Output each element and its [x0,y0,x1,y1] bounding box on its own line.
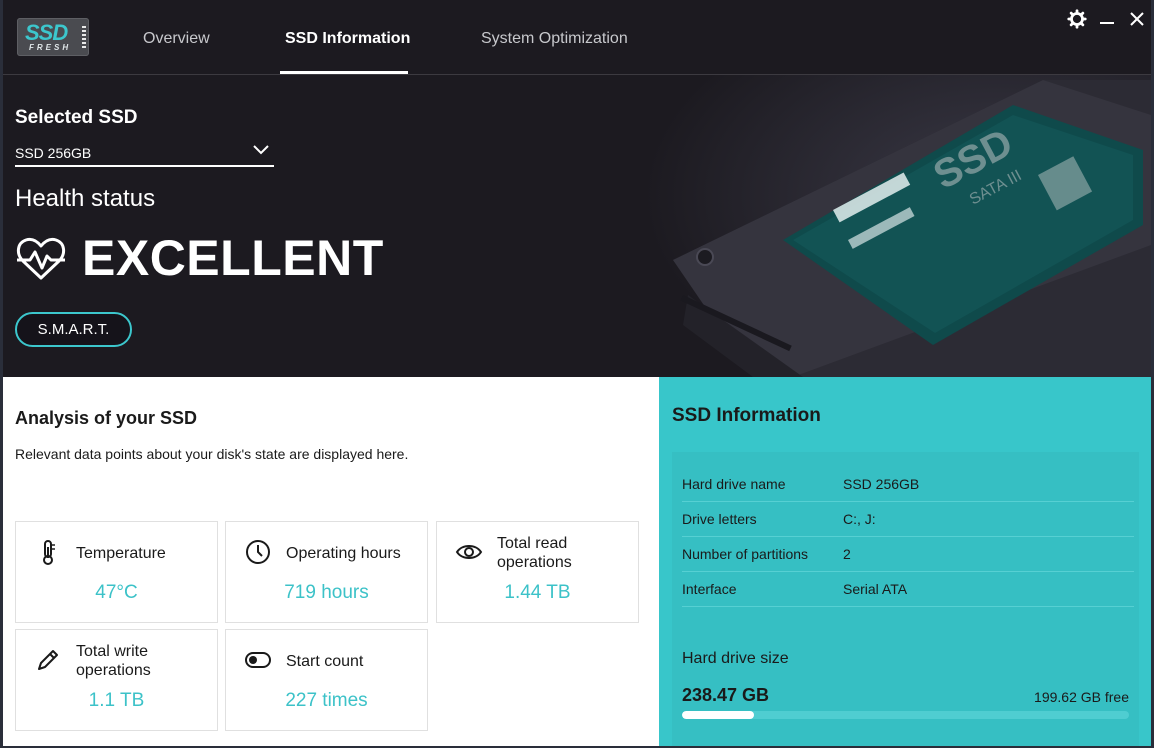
temperature-value: 47°C [95,582,138,603]
ssd-info-title: SSD Information [672,405,821,426]
close-button[interactable] [1126,8,1148,30]
close-icon [1130,12,1144,26]
eye-icon [455,545,483,559]
info-row: Drive letters C:, J: [682,501,1134,537]
thermometer-icon [43,540,55,565]
chevron-down-icon [253,145,269,155]
drive-free-value: 199.62 GB free [1034,689,1129,705]
analysis-title: Analysis of your SSD [15,408,198,428]
app-logo: SSD FRESH [17,18,89,56]
total-write-value: 1.1 TB [88,690,145,711]
minimize-icon [1100,22,1114,24]
total-write-label: Total write operations [76,643,151,679]
info-row-value: C:, J: [843,511,876,527]
info-row-label: Number of partitions [682,546,809,562]
toggle-icon [245,652,271,668]
tab-overview[interactable]: Overview [143,30,210,48]
logo-bars-icon [82,26,86,48]
top-navigation-bar: SSD FRESH Overview SSD Information Syste… [3,0,1151,75]
total-write-card: Total write operations 1.1 TB [15,629,218,731]
info-row: Number of partitions 2 [682,536,1134,572]
health-hero-section: SSD SATA III Selected SSD SSD 256GB Heal… [3,75,1151,377]
logo-secondary-text: FRESH [29,43,72,52]
start-count-label: Start count [286,653,364,670]
gear-icon [1067,9,1087,29]
ssd-info-panel: SSD Information Hard drive name SSD 256G… [659,377,1151,746]
ssd-info-box: Hard drive name SSD 256GB Drive letters … [672,452,1139,746]
info-row-label: Interface [682,581,737,597]
info-row: Interface Serial ATA [682,571,1134,607]
analysis-panel: Analysis of your SSD Relevant data point… [3,377,659,746]
ssd-select-value: SSD 256GB [15,145,92,161]
clock-icon [246,540,270,564]
heartbeat-icon [17,237,65,280]
operating-hours-value: 719 hours [284,582,369,603]
drive-size-label: Hard drive size [682,650,789,667]
active-tab-indicator [280,71,408,74]
ssd-select-dropdown[interactable]: SSD 256GB [15,139,274,167]
start-count-card: Start count 227 times [225,629,428,731]
analysis-description: Relevant data points about your disk's s… [15,446,409,462]
total-read-value: 1.44 TB [504,582,571,603]
app-window: SSD FRESH Overview SSD Information Syste… [3,0,1151,746]
start-count-value: 227 times [285,690,368,711]
operating-hours-card: Operating hours 719 hours [225,521,428,623]
tab-system-optimization[interactable]: System Optimization [481,30,628,48]
health-status-value: EXCELLENT [82,230,384,286]
tab-ssd-information[interactable]: SSD Information [285,30,410,48]
minimize-button[interactable] [1096,8,1118,30]
info-row-value: 2 [843,546,851,562]
info-row-value: Serial ATA [843,581,908,597]
temperature-label: Temperature [76,545,166,562]
info-row-label: Hard drive name [682,476,786,492]
operating-hours-label: Operating hours [286,545,401,562]
drive-usage-fill [682,711,754,719]
ssd-drive-image: SSD SATA III [643,75,1151,377]
total-read-label: Total read operations [497,535,572,571]
drive-size-value: 238.47 GB [682,685,770,705]
temperature-card: Temperature 47°C [15,521,218,623]
settings-button[interactable] [1066,8,1088,30]
pencil-icon [38,650,58,670]
info-row-value: SSD 256GB [843,476,920,492]
health-status-title: Health status [15,185,156,212]
info-row: Hard drive name SSD 256GB [682,466,1134,502]
total-read-card: Total read operations 1.44 TB [436,521,639,623]
smart-button[interactable]: S.M.A.R.T. [15,312,132,347]
drive-usage-bar [682,711,1129,719]
selected-ssd-title: Selected SSD [15,107,138,128]
info-row-label: Drive letters [682,511,757,527]
